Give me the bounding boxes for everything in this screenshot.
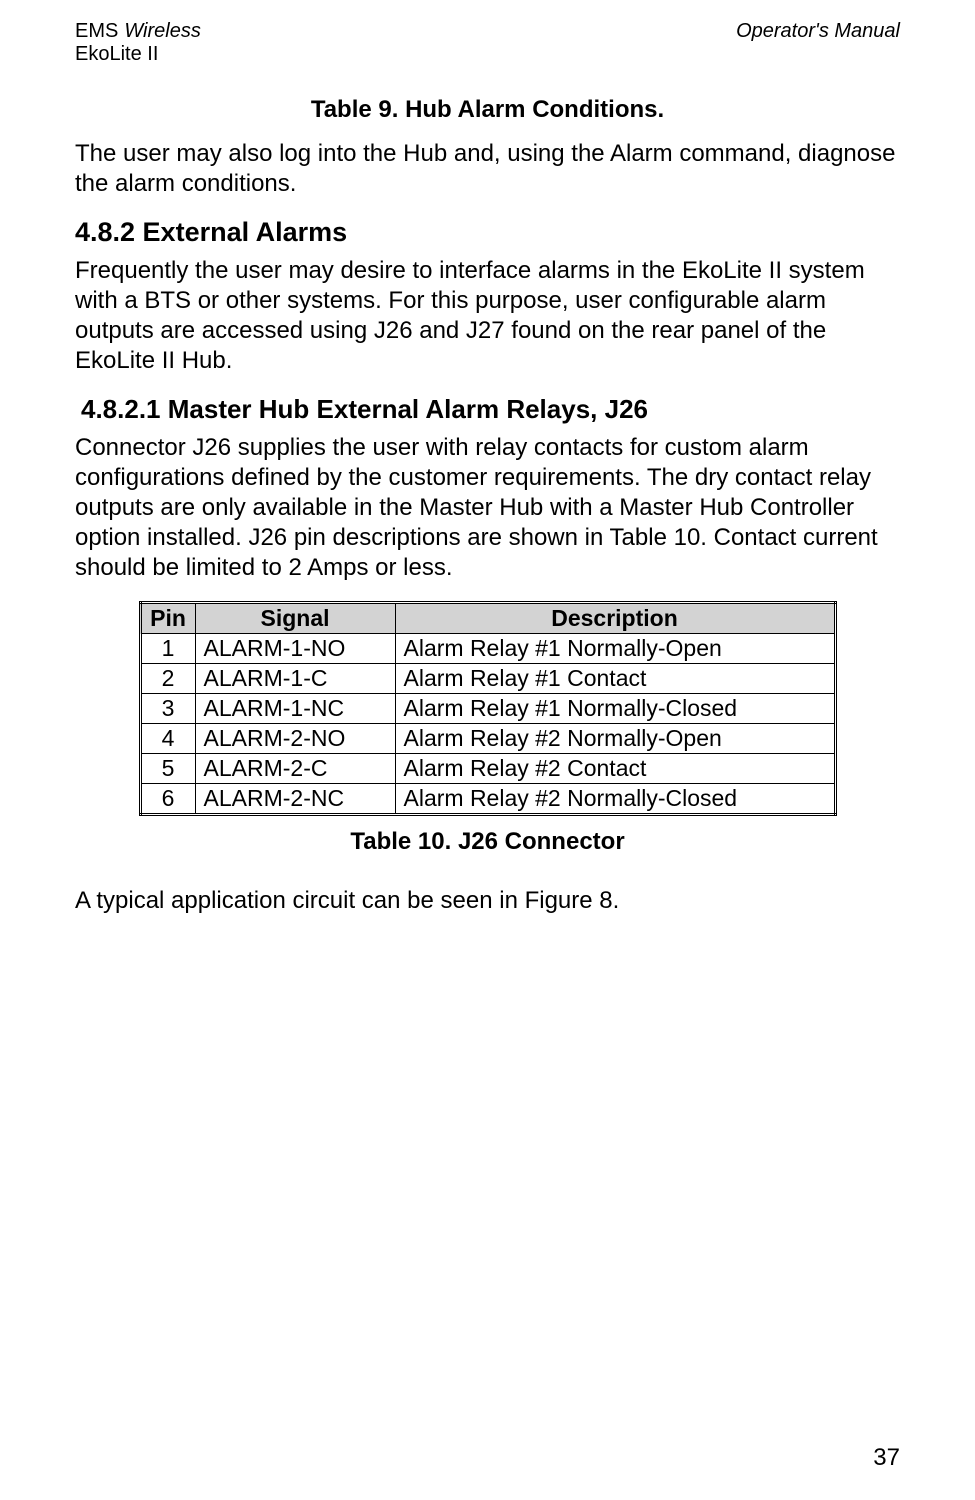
cell-pin: 2 <box>140 664 195 694</box>
page-header: EMS Wireless EkoLite II Operator's Manua… <box>75 20 900 66</box>
cell-description: Alarm Relay #2 Contact <box>395 754 835 784</box>
cell-signal: ALARM-1-NO <box>195 634 395 664</box>
header-ems: EMS <box>75 20 118 43</box>
cell-signal: ALARM-2-NC <box>195 784 395 815</box>
table-row: 4 ALARM-2-NO Alarm Relay #2 Normally-Ope… <box>140 724 835 754</box>
cell-description: Alarm Relay #2 Normally-Closed <box>395 784 835 815</box>
cell-pin: 4 <box>140 724 195 754</box>
header-right: Operator's Manual <box>736 20 900 66</box>
page-number: 37 <box>873 1444 900 1472</box>
cell-pin: 5 <box>140 754 195 784</box>
paragraph-1: The user may also log into the Hub and, … <box>75 139 900 199</box>
cell-signal: ALARM-2-C <box>195 754 395 784</box>
header-ekolite: EkoLite II <box>75 43 201 66</box>
cell-description: Alarm Relay #1 Normally-Open <box>395 634 835 664</box>
header-left: EMS Wireless EkoLite II <box>75 20 201 66</box>
table-row: 5 ALARM-2-C Alarm Relay #2 Contact <box>140 754 835 784</box>
table-row: 6 ALARM-2-NC Alarm Relay #2 Normally-Clo… <box>140 784 835 815</box>
paragraph-3: Connector J26 supplies the user with rel… <box>75 433 900 583</box>
table-row: 1 ALARM-1-NO Alarm Relay #1 Normally-Ope… <box>140 634 835 664</box>
table10-caption: Table 10. J26 Connector <box>75 828 900 856</box>
cell-signal: ALARM-2-NO <box>195 724 395 754</box>
header-left-line1: EMS Wireless <box>75 20 201 43</box>
paragraph-2: Frequently the user may desire to interf… <box>75 256 900 376</box>
cell-signal: ALARM-1-C <box>195 664 395 694</box>
cell-description: Alarm Relay #2 Normally-Open <box>395 724 835 754</box>
table9-caption: Table 9. Hub Alarm Conditions. <box>75 96 900 124</box>
cell-pin: 3 <box>140 694 195 724</box>
table-row: 3 ALARM-1-NC Alarm Relay #1 Normally-Clo… <box>140 694 835 724</box>
cell-pin: 1 <box>140 634 195 664</box>
cell-description: Alarm Relay #1 Contact <box>395 664 835 694</box>
table-header-row: Pin Signal Description <box>140 603 835 634</box>
th-pin: Pin <box>140 603 195 634</box>
cell-signal: ALARM-1-NC <box>195 694 395 724</box>
header-wireless: Wireless <box>124 20 201 43</box>
cell-pin: 6 <box>140 784 195 815</box>
paragraph-4: A typical application circuit can be see… <box>75 886 900 916</box>
th-signal: Signal <box>195 603 395 634</box>
section-482-heading: 4.8.2 External Alarms <box>75 217 900 248</box>
th-description: Description <box>395 603 835 634</box>
cell-description: Alarm Relay #1 Normally-Closed <box>395 694 835 724</box>
table-j26-connector: Pin Signal Description 1 ALARM-1-NO Alar… <box>139 601 837 816</box>
section-4821-heading: 4.8.2.1 Master Hub External Alarm Relays… <box>81 394 900 425</box>
table-row: 2 ALARM-1-C Alarm Relay #1 Contact <box>140 664 835 694</box>
